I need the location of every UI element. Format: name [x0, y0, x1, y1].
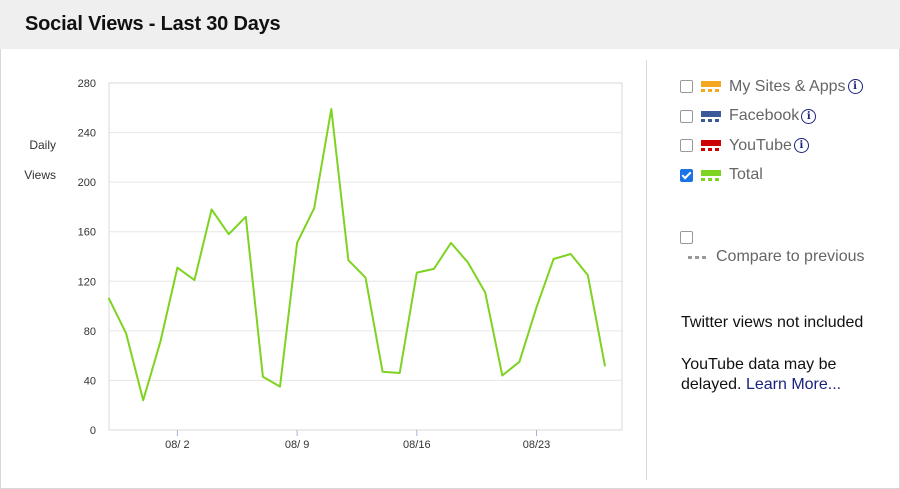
facebook-swatch: [701, 110, 721, 122]
legend-label: Facebook: [729, 107, 800, 125]
learn-more-link[interactable]: Learn More...: [746, 376, 841, 393]
info-icon[interactable]: i: [793, 138, 809, 154]
widget-title: Social Views - Last 30 Days: [25, 13, 281, 35]
y-tick-label: 240: [78, 128, 96, 140]
x-tick-label: 08/16: [403, 439, 431, 451]
legend-item-facebook[interactable]: Facebook i: [680, 102, 895, 132]
total-checkbox[interactable]: [680, 168, 693, 182]
facebook-checkbox[interactable]: [680, 109, 693, 123]
y-tick-label: 80: [84, 326, 96, 338]
y-tick-label: 40: [84, 375, 96, 387]
total-swatch: [701, 169, 721, 181]
x-tick-label: 08/ 9: [285, 439, 309, 451]
compare-dotted-line: [688, 255, 708, 259]
series-line-total: [108, 108, 606, 402]
legend-item-my-sites-apps[interactable]: My Sites & Apps i: [680, 72, 895, 102]
my-sites-apps-checkbox[interactable]: [680, 80, 693, 94]
info-icon[interactable]: i: [801, 108, 817, 124]
widget-header: Social Views - Last 30 Days: [0, 0, 900, 49]
youtube-checkbox[interactable]: [680, 139, 693, 153]
twitter-note: Twitter views not included: [681, 314, 864, 331]
legend: My Sites & Apps i Facebook i YouTube i T…: [680, 72, 895, 190]
youtube-swatch: [701, 140, 721, 152]
panel-divider: [646, 60, 647, 480]
my-sites-apps-swatch: [701, 81, 721, 93]
y-tick-label: 0: [90, 425, 96, 437]
compare-checkbox[interactable]: [680, 231, 693, 244]
y-tick-label: 280: [78, 78, 96, 90]
legend-label: My Sites & Apps: [729, 77, 846, 95]
line-chart: 0 40 80 120 160 200 240 280 08/ 2 08/ 9 08/16 08/23: [78, 78, 623, 451]
y-tick-label: 200: [78, 177, 96, 189]
legend-label: YouTube: [729, 136, 792, 154]
info-icon[interactable]: i: [847, 79, 863, 95]
x-tick-label: 08/ 2: [165, 439, 189, 451]
x-tick-label: 08/23: [523, 439, 551, 451]
y-tick-label: 160: [78, 227, 96, 239]
youtube-note: YouTube data may be delayed. Learn More.…: [681, 355, 881, 395]
compare-toggle[interactable]: Compare to previous: [680, 231, 865, 266]
legend-item-total[interactable]: Total: [680, 161, 895, 191]
legend-item-youtube[interactable]: YouTube i: [680, 131, 895, 161]
legend-label: Total: [729, 166, 763, 184]
chart-area: Daily Views 0 40 80 120 160 200 240 280 08/ 2 08/…: [0, 50, 645, 489]
compare-label: Compare to previous: [716, 248, 865, 265]
plot-border: [108, 82, 623, 431]
y-tick-label: 120: [78, 276, 96, 288]
